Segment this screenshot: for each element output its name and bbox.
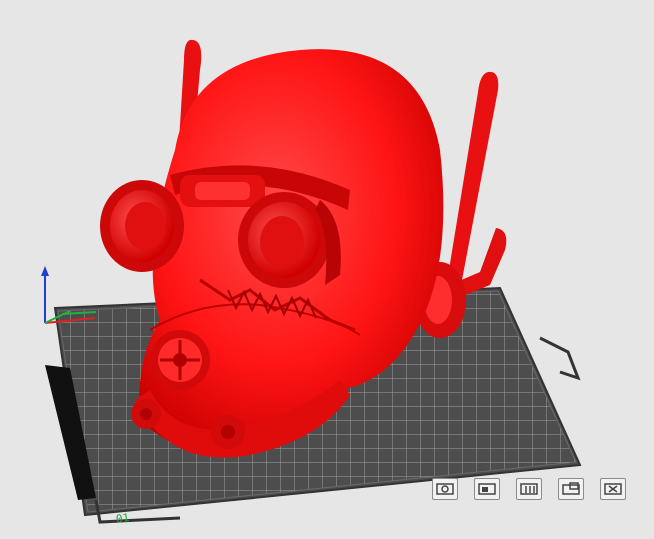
view-iso-button[interactable]: [432, 478, 458, 500]
side-view-icon: [520, 483, 538, 495]
3d-viewport[interactable]: 01: [0, 0, 654, 539]
iso-view-icon: [436, 483, 454, 495]
scene-canvas[interactable]: [0, 0, 654, 539]
close-icon: [604, 483, 622, 495]
view-side-button[interactable]: [516, 478, 542, 500]
view-top-button[interactable]: [558, 478, 584, 500]
top-view-icon: [562, 482, 580, 495]
bed-label: 01: [115, 511, 131, 526]
front-view-icon: [478, 483, 496, 495]
view-front-button[interactable]: [474, 478, 500, 500]
view-reset-button[interactable]: [600, 478, 626, 500]
